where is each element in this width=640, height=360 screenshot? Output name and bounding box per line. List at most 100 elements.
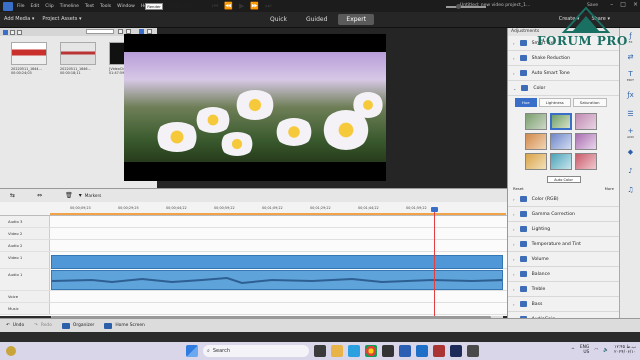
filter-icon[interactable]	[17, 29, 22, 35]
wifi-icon[interactable]: ◠	[594, 348, 598, 353]
media-icon[interactable]	[433, 345, 445, 357]
hue-preset[interactable]	[550, 113, 572, 130]
zoom-fit-icon[interactable]: ⇔	[37, 192, 42, 199]
video-preview[interactable]	[124, 34, 386, 181]
hue-preset[interactable]	[525, 113, 547, 130]
go-end-icon[interactable]: ⏭	[265, 2, 271, 11]
effect-treble[interactable]: › Treble	[508, 282, 619, 297]
file-explorer-icon[interactable]	[331, 345, 343, 357]
effect-color-rgb[interactable]: › Color (RGB)	[508, 192, 619, 207]
premiere-elements-icon[interactable]	[450, 345, 462, 357]
asset-item[interactable]: 20220511_1644... 00:00:24;03	[11, 42, 47, 80]
color-rgb-icon	[519, 196, 527, 202]
hue-preset[interactable]	[575, 153, 597, 170]
effect-balance[interactable]: › Balance	[508, 267, 619, 282]
word-icon[interactable]	[399, 345, 411, 357]
fx-effects-icon[interactable]: ƒx	[620, 85, 640, 104]
trash-icon[interactable]: 🗑	[65, 192, 73, 199]
effect-label: Volume	[531, 256, 549, 262]
add-icon[interactable]: + ADD	[620, 123, 640, 142]
tab-quick[interactable]: Quick	[262, 14, 295, 25]
video-clip[interactable]	[51, 255, 503, 269]
weather-icon[interactable]	[6, 346, 16, 356]
clock[interactable]: ۱۲:۴۵ ب.ظ ۲۰۲۴/۰۶/۱۰	[614, 345, 636, 355]
tab-guided[interactable]: Guided	[298, 14, 335, 25]
effect-gamma[interactable]: › Gamma Correction	[508, 207, 619, 222]
input-language[interactable]: ENG US	[580, 345, 589, 355]
menu-edit[interactable]: Edit	[31, 4, 40, 9]
tray-chevron-icon[interactable]: ^	[571, 348, 575, 353]
audio-icon[interactable]: ♫	[620, 180, 640, 199]
speaker-icon[interactable]: 🔈	[603, 348, 609, 353]
effect-volume[interactable]: › Volume	[508, 252, 619, 267]
undo-button[interactable]: ↶ Undo	[6, 323, 24, 328]
effect-color[interactable]: ⌄ Color	[508, 81, 619, 96]
effect-bass[interactable]: › Bass	[508, 297, 619, 312]
track-audio-3: Audio 3	[0, 216, 507, 228]
tab-hue[interactable]: Hue	[515, 98, 537, 107]
taskbar-search[interactable]: ⌕ Search	[203, 345, 309, 357]
track-music: Music	[0, 303, 507, 315]
tab-lightness[interactable]: Lightness	[538, 98, 571, 107]
auto-color-button[interactable]: Auto Color	[546, 176, 581, 183]
zoom-slider-handle[interactable]	[456, 4, 461, 9]
edge-icon[interactable]	[348, 345, 360, 357]
menu-window[interactable]: Window	[117, 4, 135, 9]
step-forward-icon[interactable]: ⏩	[250, 2, 259, 11]
menu-file[interactable]: File	[17, 4, 25, 9]
music-icon[interactable]: ♪	[620, 161, 640, 180]
grid-view-icon[interactable]	[3, 29, 8, 35]
task-view-icon[interactable]	[314, 345, 326, 357]
markers-dropdown[interactable]: Markers	[85, 193, 102, 198]
start-icon[interactable]	[186, 345, 198, 357]
adjust-icon[interactable]: ☰	[620, 104, 640, 123]
hue-preset[interactable]	[525, 153, 547, 170]
marker-icon[interactable]: ▾	[79, 192, 82, 199]
hue-preset[interactable]	[575, 113, 597, 130]
effect-lighting[interactable]: › Lighting	[508, 222, 619, 237]
step-back-icon[interactable]: ⏪	[224, 2, 233, 11]
redo-button[interactable]: ↷ Redo	[34, 323, 52, 328]
tab-saturation[interactable]: Saturation	[572, 98, 607, 107]
graphics-icon[interactable]: ◆	[620, 142, 640, 161]
assets-search-input[interactable]	[86, 29, 114, 34]
menu-tools[interactable]: Tools	[100, 4, 111, 9]
hue-preset[interactable]	[575, 133, 597, 150]
play-icon[interactable]: ▶	[239, 2, 244, 11]
effect-label: Treble	[531, 286, 546, 292]
chrome-icon[interactable]	[365, 345, 377, 357]
asset-item[interactable]: 20220511_1646... 00:00:18;11	[60, 42, 96, 80]
timeline-view-icon[interactable]: ⇆	[10, 192, 15, 199]
audio-clip[interactable]	[51, 270, 503, 290]
add-media-button[interactable]: Add Media ▾	[4, 16, 34, 22]
store-icon[interactable]	[382, 345, 394, 357]
hue-preset[interactable]	[550, 153, 572, 170]
go-start-icon[interactable]: ⏮	[212, 2, 218, 11]
render-button[interactable]: Render	[145, 3, 163, 10]
playhead-handle[interactable]	[431, 207, 438, 212]
effect-auto-smart-tone[interactable]: › Auto Smart Tone	[508, 66, 619, 81]
text-icon[interactable]: T EDIT	[620, 66, 640, 85]
effect-temperature[interactable]: › Temperature and Tint	[508, 237, 619, 252]
home-screen-button[interactable]: Home Screen	[104, 322, 145, 329]
organizer-button[interactable]: Organizer	[61, 322, 94, 329]
hue-preset[interactable]	[550, 133, 572, 150]
menu-clip[interactable]: Clip	[45, 4, 54, 9]
ruler-label: 00;01;59;22	[406, 206, 427, 210]
list-view-icon[interactable]	[10, 29, 15, 35]
more-button[interactable]: More	[605, 186, 614, 191]
project-assets-button[interactable]: Project Assets ▾	[42, 16, 81, 22]
photoshop-icon[interactable]	[416, 345, 428, 357]
sort-icon[interactable]	[118, 29, 123, 34]
tab-expert[interactable]: Expert	[338, 14, 375, 25]
hue-preset[interactable]	[525, 133, 547, 150]
playhead-line[interactable]	[434, 208, 435, 316]
flower-shape	[352, 92, 384, 118]
app-icon[interactable]	[467, 345, 479, 357]
menu-timeline[interactable]: Timeline	[60, 4, 79, 9]
zoom-slider[interactable]	[446, 6, 486, 8]
work-area-bar[interactable]	[50, 213, 506, 215]
home-screen-label: Home Screen	[115, 323, 145, 328]
reset-button[interactable]: Reset	[513, 186, 524, 191]
menu-text[interactable]: Text	[85, 4, 94, 9]
